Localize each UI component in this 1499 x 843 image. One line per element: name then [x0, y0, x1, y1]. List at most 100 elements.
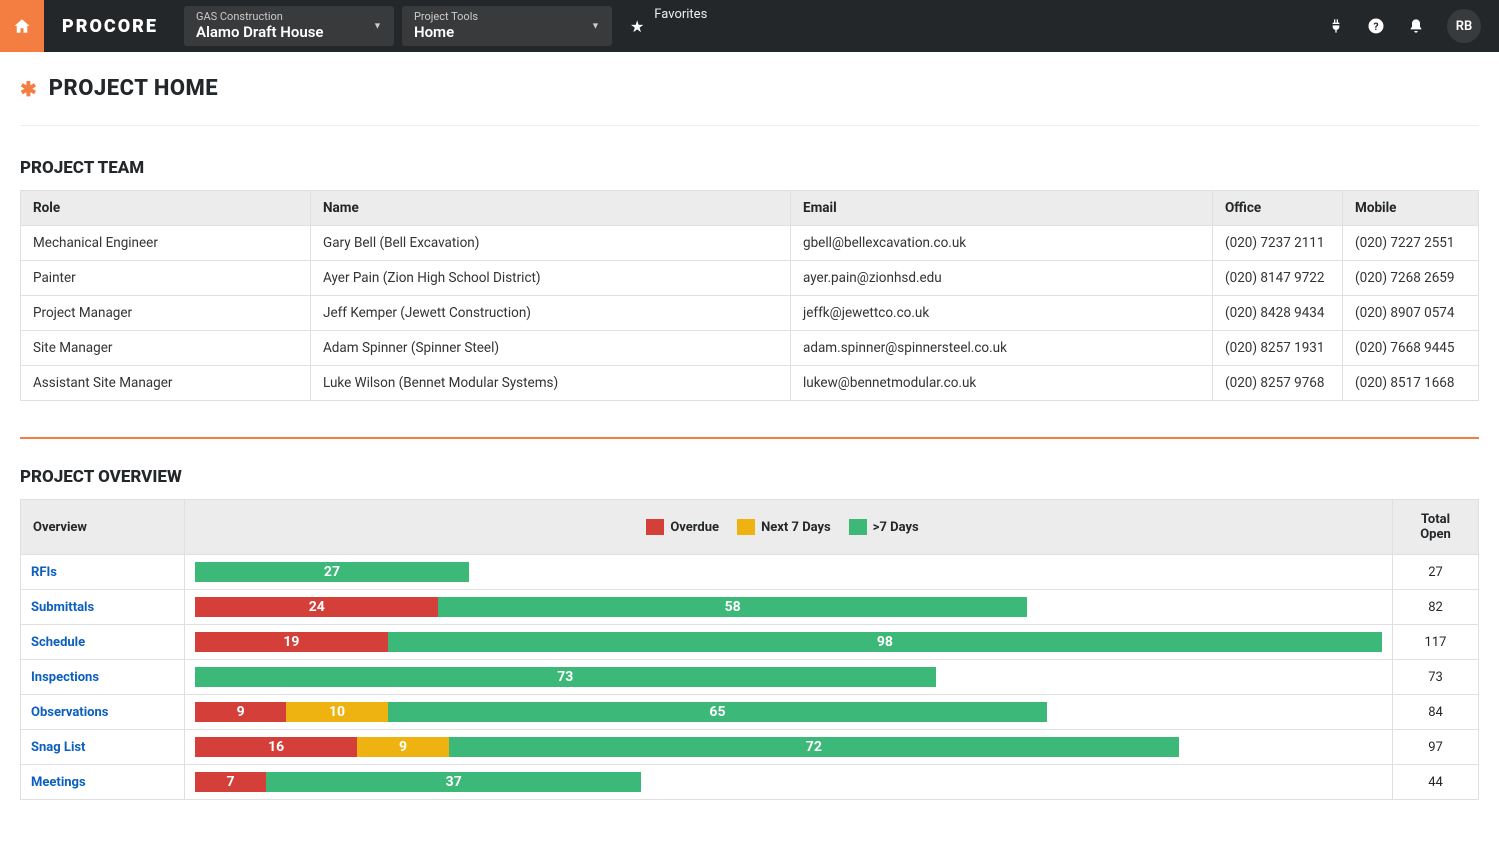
team-section-title: PROJECT TEAM — [20, 158, 1479, 178]
cell-office: (020) 8257 9768 — [1213, 366, 1343, 401]
table-row: Mechanical EngineerGary Bell (Bell Excav… — [21, 226, 1479, 261]
overview-bar-cell: 16972 — [185, 730, 1393, 765]
overview-label[interactable]: Meetings — [21, 765, 185, 800]
col-total: Total Open — [1393, 500, 1479, 555]
page-title-row: ✱ PROJECT HOME — [20, 72, 1479, 126]
cell-email: ayer.pain@zionhsd.edu — [791, 261, 1213, 296]
bar-segment-overdue[interactable]: 9 — [195, 702, 286, 722]
overview-total: 82 — [1393, 590, 1479, 625]
bar-segment-gt7[interactable]: 37 — [266, 772, 641, 792]
col-email: Email — [791, 191, 1213, 226]
overview-total: 44 — [1393, 765, 1479, 800]
table-row: Site ManagerAdam Spinner (Spinner Steel)… — [21, 331, 1479, 366]
bar-segment-gt7[interactable]: 72 — [449, 737, 1179, 757]
cell-email: gbell@bellexcavation.co.uk — [791, 226, 1213, 261]
overview-total: 97 — [1393, 730, 1479, 765]
bar-segment-gt7[interactable]: 65 — [388, 702, 1047, 722]
overview-total: 117 — [1393, 625, 1479, 660]
overview-row: RFIs 27 27 — [21, 555, 1479, 590]
tools-selector-value: Home — [414, 24, 578, 41]
app-header: PROCORE GAS Construction Alamo Draft Hou… — [0, 0, 1499, 52]
table-row: Project ManagerJeff Kemper (Jewett Const… — [21, 296, 1479, 331]
bar-segment-overdue[interactable]: 19 — [195, 632, 388, 652]
user-avatar[interactable]: RB — [1447, 9, 1481, 43]
legend-gt7: >7 Days — [873, 520, 919, 535]
tools-selector[interactable]: Project Tools Home ▼ — [402, 6, 612, 46]
company-selector[interactable]: GAS Construction Alamo Draft House ▼ — [184, 6, 394, 46]
plug-icon[interactable] — [1327, 17, 1345, 35]
cell-office: (020) 8428 9434 — [1213, 296, 1343, 331]
bar-segment-gt7[interactable]: 98 — [388, 632, 1382, 652]
stacked-bar: 91065 — [195, 702, 1047, 722]
cell-email: adam.spinner@spinnersteel.co.uk — [791, 331, 1213, 366]
tools-selector-label: Project Tools — [414, 11, 578, 22]
col-role: Role — [21, 191, 311, 226]
bell-icon[interactable] — [1407, 17, 1425, 35]
page-title: PROJECT HOME — [49, 76, 218, 101]
overview-table: Overview Overdue Next 7 Days >7 Days Tot… — [20, 499, 1479, 800]
overview-row: Snag List 16972 97 — [21, 730, 1479, 765]
col-name: Name — [311, 191, 791, 226]
bar-segment-overdue[interactable]: 24 — [195, 597, 438, 617]
team-table: Role Name Email Office Mobile Mechanical… — [20, 190, 1479, 401]
overview-label[interactable]: RFIs — [21, 555, 185, 590]
cell-email: jeffk@jewettco.co.uk — [791, 296, 1213, 331]
legend-next7: Next 7 Days — [761, 520, 831, 535]
overview-bar-cell: 737 — [185, 765, 1393, 800]
cell-role: Site Manager — [21, 331, 311, 366]
overview-bar-cell: 2458 — [185, 590, 1393, 625]
overview-bar-cell: 27 — [185, 555, 1393, 590]
cell-office: (020) 8257 1931 — [1213, 331, 1343, 366]
cell-role: Mechanical Engineer — [21, 226, 311, 261]
overview-label[interactable]: Snag List — [21, 730, 185, 765]
star-icon: ★ — [630, 17, 644, 36]
table-row: Assistant Site ManagerLuke Wilson (Benne… — [21, 366, 1479, 401]
bar-segment-next7[interactable]: 9 — [357, 737, 448, 757]
overview-bar-cell: 73 — [185, 660, 1393, 695]
overview-row: Submittals 2458 82 — [21, 590, 1479, 625]
overview-label[interactable]: Inspections — [21, 660, 185, 695]
overview-total: 27 — [1393, 555, 1479, 590]
cell-role: Assistant Site Manager — [21, 366, 311, 401]
col-mobile: Mobile — [1343, 191, 1479, 226]
overview-row: Schedule 1998 117 — [21, 625, 1479, 660]
favorites-label: Favorites — [654, 7, 707, 22]
cell-office: (020) 7237 2111 — [1213, 226, 1343, 261]
header-actions: ? RB — [1327, 9, 1499, 43]
overview-row: Inspections7373 — [21, 660, 1479, 695]
overview-label[interactable]: Observations — [21, 695, 185, 730]
overview-label[interactable]: Schedule — [21, 625, 185, 660]
col-overview: Overview — [21, 500, 185, 555]
bar-segment-overdue[interactable]: 7 — [195, 772, 266, 792]
content: ✱ PROJECT HOME PROJECT TEAM Role Name Em… — [0, 52, 1499, 800]
home-icon — [13, 17, 31, 35]
bar-segment-gt7[interactable]: 27 — [195, 562, 469, 582]
home-button[interactable] — [0, 0, 44, 52]
cell-mobile: (020) 7668 9445 — [1343, 331, 1479, 366]
cell-mobile: (020) 8907 0574 — [1343, 296, 1479, 331]
help-icon[interactable]: ? — [1367, 17, 1385, 35]
stacked-bar: 2458 — [195, 597, 1027, 617]
overview-row: Meetings73744 — [21, 765, 1479, 800]
legend-overdue: Overdue — [670, 520, 719, 535]
cell-name: Gary Bell (Bell Excavation) — [311, 226, 791, 261]
bar-segment-overdue[interactable]: 16 — [195, 737, 357, 757]
stacked-bar: 27 — [195, 562, 469, 582]
cell-role: Painter — [21, 261, 311, 296]
bar-segment-gt7[interactable]: 73 — [195, 667, 936, 687]
overview-total: 84 — [1393, 695, 1479, 730]
chevron-down-icon: ▼ — [373, 21, 382, 32]
section-divider — [20, 437, 1479, 439]
gear-icon[interactable]: ✱ — [20, 77, 37, 101]
stacked-bar: 16972 — [195, 737, 1179, 757]
overview-label[interactable]: Submittals — [21, 590, 185, 625]
cell-office: (020) 8147 9722 — [1213, 261, 1343, 296]
cell-mobile: (020) 7268 2659 — [1343, 261, 1479, 296]
bar-segment-gt7[interactable]: 58 — [438, 597, 1026, 617]
cell-name: Adam Spinner (Spinner Steel) — [311, 331, 791, 366]
overview-section-title: PROJECT OVERVIEW — [20, 467, 1479, 487]
cell-role: Project Manager — [21, 296, 311, 331]
favorites[interactable]: ★ Favorites — [630, 17, 707, 36]
legend-swatch-gt7 — [849, 519, 867, 535]
bar-segment-next7[interactable]: 10 — [286, 702, 387, 722]
